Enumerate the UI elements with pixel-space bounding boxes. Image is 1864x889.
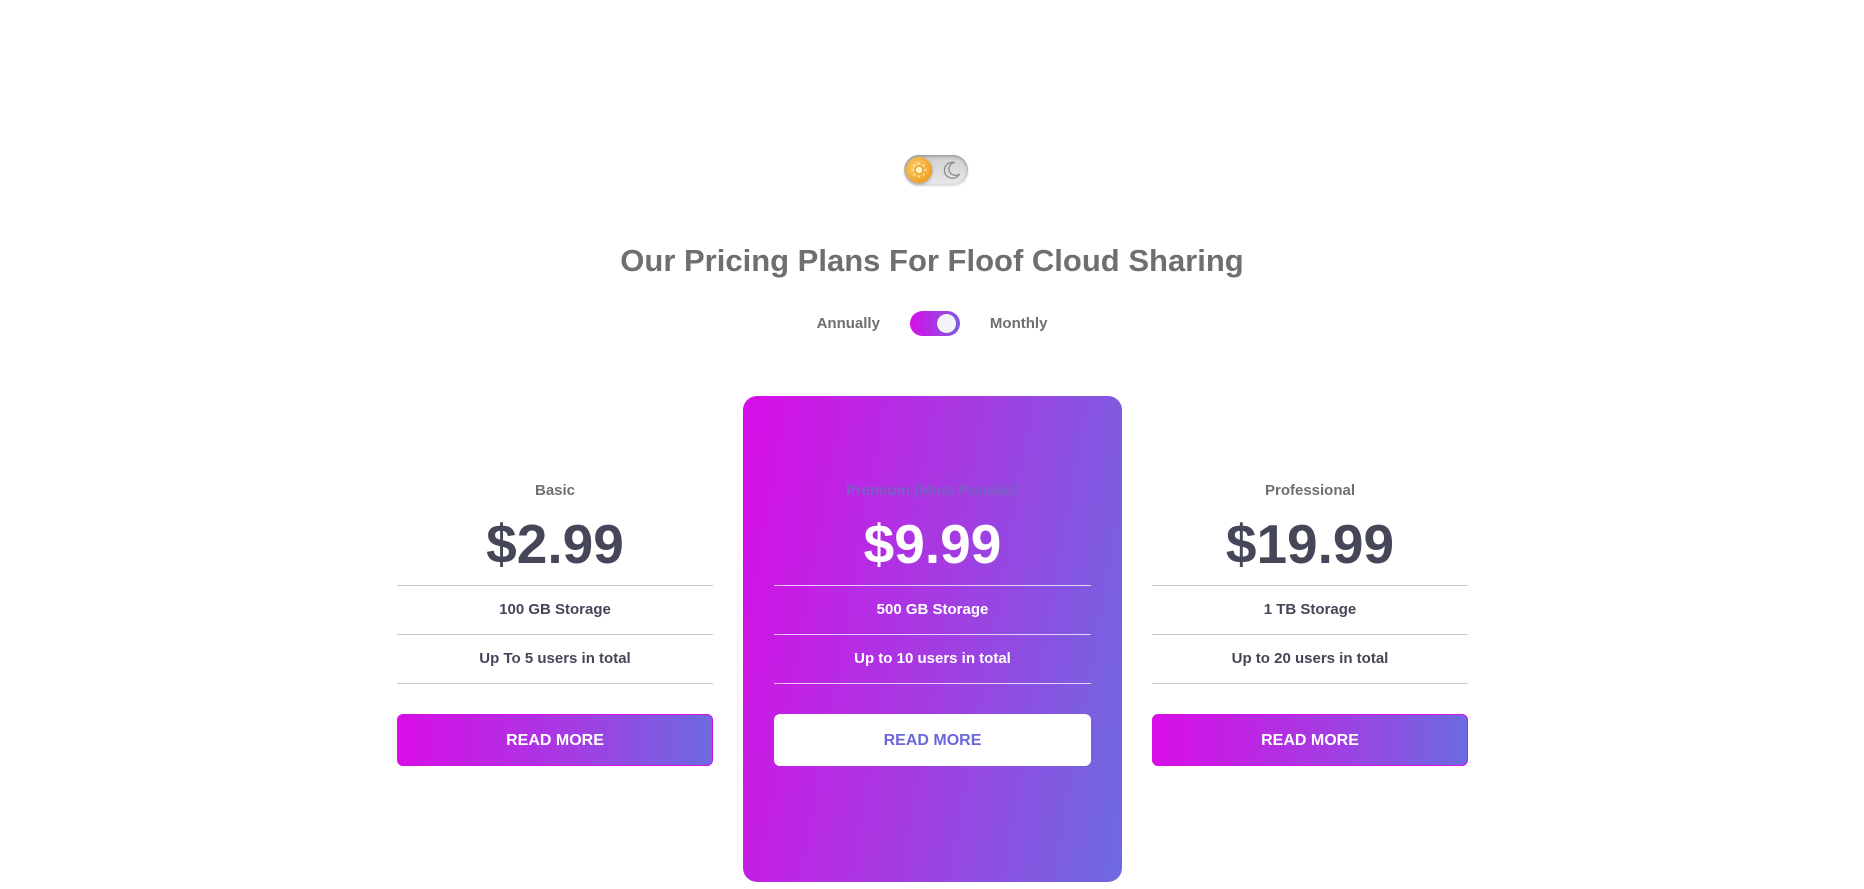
plan-card-basic: Basic $2.99 100 GB Storage Up To 5 users…: [397, 480, 713, 766]
plan-card-professional: Professional $19.99 1 TB Storage Up to 2…: [1152, 480, 1468, 766]
sun-icon: [906, 157, 932, 183]
plan-card-premium: Premium (Most Popular) $9.99 500 GB Stor…: [743, 396, 1122, 882]
plan-feature-users: Up To 5 users in total: [397, 634, 713, 684]
plan-feature-storage: 500 GB Storage: [774, 585, 1091, 634]
plan-feature-storage: 100 GB Storage: [397, 585, 713, 634]
billing-switch[interactable]: [909, 310, 960, 336]
plan-price: $19.99: [1225, 513, 1395, 575]
annually-label: Annually: [816, 314, 880, 332]
billing-switch-knob: [936, 313, 956, 333]
moon-icon: [943, 161, 961, 179]
plan-name: Basic: [534, 482, 576, 499]
read-more-button-basic[interactable]: READ MORE: [397, 714, 713, 766]
read-more-button-professional[interactable]: READ MORE: [1152, 714, 1468, 766]
plan-name: Premium (Most Popular): [845, 482, 1020, 499]
plan-name: Professional: [1264, 482, 1356, 499]
billing-period-toggle: Annually Monthly: [0, 309, 1864, 337]
plan-feature-users: Up to 20 users in total: [1152, 634, 1468, 684]
plan-feature-users: Up to 10 users in total: [774, 634, 1091, 684]
plan-price: $9.99: [863, 513, 1002, 575]
monthly-label: Monthly: [989, 314, 1048, 332]
plan-feature-storage: 1 TB Storage: [1152, 585, 1468, 634]
theme-toggle[interactable]: [904, 155, 968, 185]
pricing-page: Our Pricing Plans For Floof Cloud Sharin…: [0, 0, 1864, 889]
read-more-button-premium[interactable]: READ MORE: [774, 714, 1091, 766]
page-title: Our Pricing Plans For Floof Cloud Sharin…: [620, 243, 1244, 278]
plan-price: $2.99: [486, 513, 624, 575]
